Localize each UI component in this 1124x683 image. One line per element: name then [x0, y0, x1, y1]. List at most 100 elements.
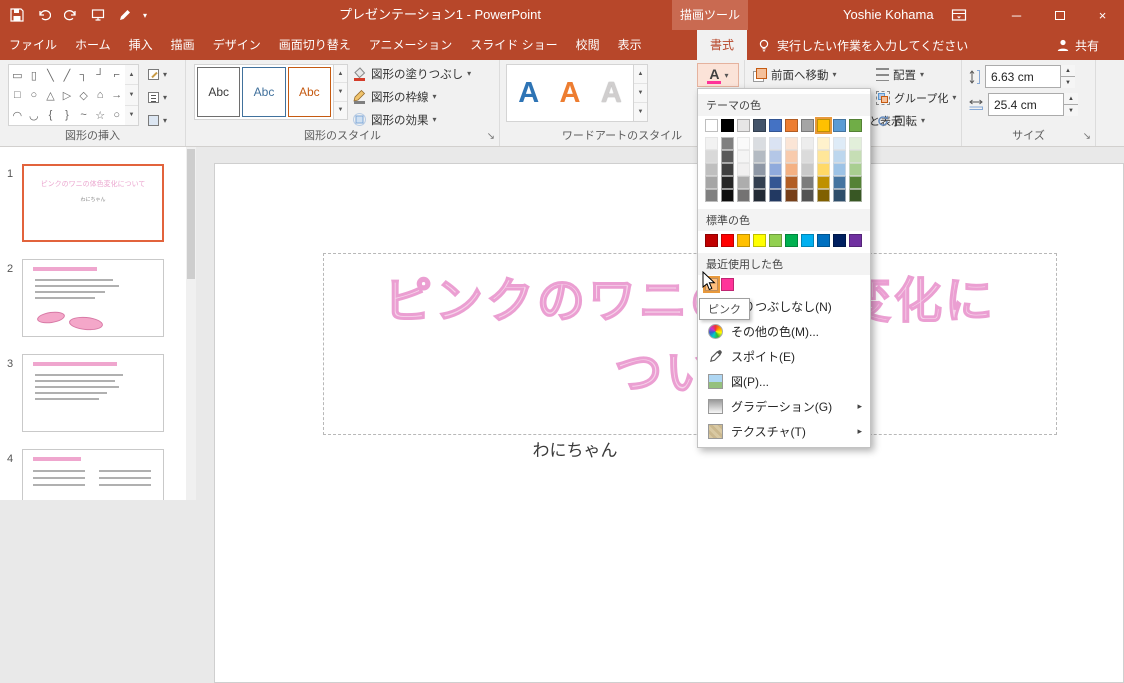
tab-file[interactable]: ファイル: [0, 30, 66, 60]
theme-variant-1-0[interactable]: [721, 137, 734, 150]
theme-variant-8-3[interactable]: [833, 176, 846, 189]
gallery-more-icon[interactable]: ▼: [634, 103, 647, 121]
shape-icon-19[interactable]: ☆: [95, 109, 105, 122]
standard-color-swatch-8[interactable]: [833, 234, 846, 247]
tab-transitions[interactable]: 画面切り替え: [270, 30, 360, 60]
theme-variant-8-2[interactable]: [833, 163, 846, 176]
wordart-style-preset-3[interactable]: A: [592, 67, 631, 119]
share-button[interactable]: 共有: [1056, 30, 1099, 60]
shape-icon-12[interactable]: ⌂: [97, 89, 104, 101]
thumbnail-scrollbar[interactable]: [186, 147, 196, 500]
shape-icon-2[interactable]: ╲: [47, 69, 54, 82]
menu-item-picture[interactable]: 図(P)...: [698, 369, 870, 394]
theme-variant-8-1[interactable]: [833, 150, 846, 163]
theme-variant-1-4[interactable]: [721, 189, 734, 202]
standard-color-swatch-0[interactable]: [705, 234, 718, 247]
theme-variant-7-3[interactable]: [817, 176, 830, 189]
theme-variant-6-1[interactable]: [801, 150, 814, 163]
standard-color-swatch-1[interactable]: [721, 234, 734, 247]
shape-icon-18[interactable]: ~: [80, 109, 86, 121]
theme-variant-7-1[interactable]: [817, 150, 830, 163]
recent-color-swatch-1[interactable]: [721, 278, 734, 291]
shape-icon-20[interactable]: ○: [113, 109, 120, 121]
theme-variant-2-3[interactable]: [737, 176, 750, 189]
theme-variant-4-3[interactable]: [769, 176, 782, 189]
tell-me-search[interactable]: 実行したい作業を入力してください: [757, 30, 968, 60]
theme-variant-3-3[interactable]: [753, 176, 766, 189]
slide-thumbnail-4[interactable]: [22, 449, 164, 500]
wordart-style-preset-1[interactable]: A: [509, 67, 548, 119]
shape-icon-6[interactable]: ⌐: [113, 69, 119, 81]
menu-item-more-colors[interactable]: その他の色(M)...: [698, 319, 870, 344]
theme-color-swatch-1[interactable]: [721, 119, 734, 132]
theme-color-swatch-9[interactable]: [849, 119, 862, 132]
gallery-more-icon[interactable]: ▼: [125, 106, 138, 125]
theme-color-swatch-3[interactable]: [753, 119, 766, 132]
spin-down-icon[interactable]: ▼: [1064, 105, 1078, 116]
shape-icon-8[interactable]: ○: [31, 89, 38, 101]
shape-icon-14[interactable]: ◠: [12, 109, 22, 122]
standard-color-swatch-2[interactable]: [737, 234, 750, 247]
standard-color-swatch-3[interactable]: [753, 234, 766, 247]
start-slideshow-button[interactable]: [89, 6, 107, 24]
theme-variant-5-2[interactable]: [785, 163, 798, 176]
redo-button[interactable]: [62, 6, 80, 24]
theme-color-swatch-4[interactable]: [769, 119, 782, 132]
theme-variant-0-0[interactable]: [705, 137, 718, 150]
shape-icon-16[interactable]: {: [49, 109, 53, 121]
theme-variant-1-1[interactable]: [721, 150, 734, 163]
group-objects-button[interactable]: グループ化 ▾: [876, 87, 956, 108]
text-box-button[interactable]: ▾: [148, 87, 182, 107]
close-button[interactable]: ×: [1081, 0, 1124, 30]
theme-variant-9-0[interactable]: [849, 137, 862, 150]
standard-color-swatch-9[interactable]: [849, 234, 862, 247]
shape-outline-button[interactable]: 図形の枠線 ▾: [352, 86, 437, 107]
theme-variant-0-2[interactable]: [705, 163, 718, 176]
bring-forward-button[interactable]: 前面へ移動 ▾: [753, 64, 837, 85]
theme-variant-3-4[interactable]: [753, 189, 766, 202]
dialog-launcher-icon[interactable]: ↘: [1083, 132, 1091, 142]
gallery-down-icon[interactable]: ▼: [125, 85, 138, 106]
menu-item-eyedropper[interactable]: スポイト(E): [698, 344, 870, 369]
theme-variant-9-1[interactable]: [849, 150, 862, 163]
shape-style-preset-2[interactable]: Abc: [242, 67, 286, 117]
theme-variant-8-4[interactable]: [833, 189, 846, 202]
theme-variant-8-0[interactable]: [833, 137, 846, 150]
gallery-down-icon[interactable]: ▼: [334, 83, 347, 102]
theme-variant-4-0[interactable]: [769, 137, 782, 150]
theme-variant-5-3[interactable]: [785, 176, 798, 189]
tab-review[interactable]: 校閲: [567, 30, 609, 60]
slide-editing-surface[interactable]: ピンクのワニの体色変化に ついて わにちゃん: [214, 163, 1124, 683]
text-fill-button[interactable]: A ▾: [697, 63, 739, 87]
title-placeholder[interactable]: ピンクのワニの体色変化に ついて: [323, 253, 1057, 435]
standard-color-swatch-6[interactable]: [801, 234, 814, 247]
shape-icon-13[interactable]: →: [111, 89, 122, 101]
tab-slide-show[interactable]: スライド ショー: [461, 30, 566, 60]
theme-variant-0-3[interactable]: [705, 176, 718, 189]
minimize-button[interactable]: ─: [995, 0, 1038, 30]
spin-down-icon[interactable]: ▼: [1061, 77, 1075, 88]
theme-variant-6-3[interactable]: [801, 176, 814, 189]
shape-icon-17[interactable]: }: [65, 109, 69, 121]
slide-thumbnail-1[interactable]: ピンクのワニの体色変化について わにちゃん: [22, 164, 164, 242]
theme-variant-3-0[interactable]: [753, 137, 766, 150]
shape-style-preset-3[interactable]: Abc: [287, 67, 331, 117]
undo-button[interactable]: [35, 6, 53, 24]
theme-color-swatch-0[interactable]: [705, 119, 718, 132]
shape-icon-7[interactable]: □: [14, 89, 21, 101]
theme-variant-4-4[interactable]: [769, 189, 782, 202]
gallery-up-icon[interactable]: ▲: [634, 65, 647, 84]
scrollbar-thumb[interactable]: [187, 149, 195, 279]
spin-up-icon[interactable]: ▲: [1061, 65, 1075, 77]
menu-item-gradient[interactable]: グラデーション(G) ▸: [698, 394, 870, 419]
theme-variant-9-2[interactable]: [849, 163, 862, 176]
slide-thumbnail-3[interactable]: [22, 354, 164, 432]
user-name[interactable]: Yoshie Kohama: [843, 0, 934, 30]
tab-animations[interactable]: アニメーション: [360, 30, 462, 60]
theme-color-swatch-7[interactable]: [815, 117, 832, 134]
gallery-down-icon[interactable]: ▼: [634, 84, 647, 103]
theme-variant-2-0[interactable]: [737, 137, 750, 150]
align-button[interactable]: 配置 ▾: [876, 64, 924, 85]
theme-variant-4-2[interactable]: [769, 163, 782, 176]
theme-variant-9-4[interactable]: [849, 189, 862, 202]
